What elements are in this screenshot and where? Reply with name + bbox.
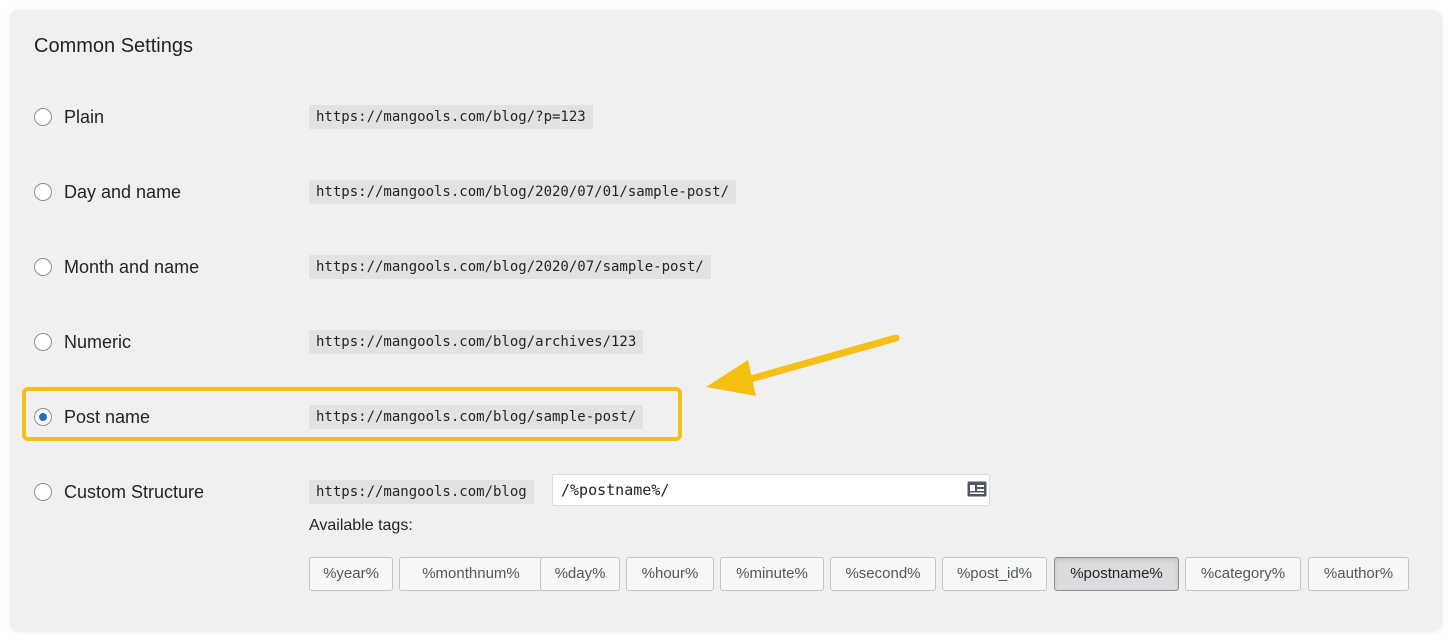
tag-post-id-button[interactable]: %post_id% [942,557,1047,591]
highlight-box [22,387,682,441]
available-tags-label: Available tags: [309,517,413,534]
option-row-month-and-name: Month and name https://mangools.com/blog… [0,252,1454,284]
option-row-plain: Plain https://mangools.com/blog/?p=123 [0,102,1454,134]
option-label-plain: Plain [64,107,105,127]
tag-second-button[interactable]: %second% [830,557,936,591]
option-label-month-and-name: Month and name [64,257,200,277]
radio-day-and-name[interactable] [34,183,52,201]
tag-year-button[interactable]: %year% [309,557,393,591]
radio-custom-structure[interactable] [34,483,52,501]
radio-plain[interactable] [34,108,52,126]
radio-numeric[interactable] [34,333,52,351]
tag-category-button[interactable]: %category% [1185,557,1301,591]
tag-monthnum-button[interactable]: %monthnum% [399,557,543,591]
url-example-plain: https://mangools.com/blog/?p=123 [309,105,593,129]
url-example-numeric: https://mangools.com/blog/archives/123 [309,330,644,354]
tag-day-button[interactable]: %day% [540,557,620,591]
radio-month-and-name[interactable] [34,258,52,276]
option-label-day-and-name: Day and name [64,182,182,202]
url-example-month-and-name: https://mangools.com/blog/2020/07/sample… [309,255,711,279]
tag-postname-button[interactable]: %postname% [1054,557,1179,591]
id-card-icon[interactable] [967,481,987,497]
custom-structure-input[interactable]: /%postname%/ [552,474,990,506]
tag-minute-button[interactable]: %minute% [720,557,824,591]
tag-hour-button[interactable]: %hour% [626,557,714,591]
custom-base-url: https://mangools.com/blog [309,480,534,504]
section-title: Common Settings [34,35,193,57]
option-label-numeric: Numeric [64,332,132,352]
option-row-day-and-name: Day and name https://mangools.com/blog/2… [0,177,1454,209]
url-example-day-and-name: https://mangools.com/blog/2020/07/01/sam… [309,180,737,204]
tag-author-button[interactable]: %author% [1308,557,1409,591]
arrow-icon [706,334,900,396]
option-label-custom-structure: Custom Structure [64,482,205,502]
